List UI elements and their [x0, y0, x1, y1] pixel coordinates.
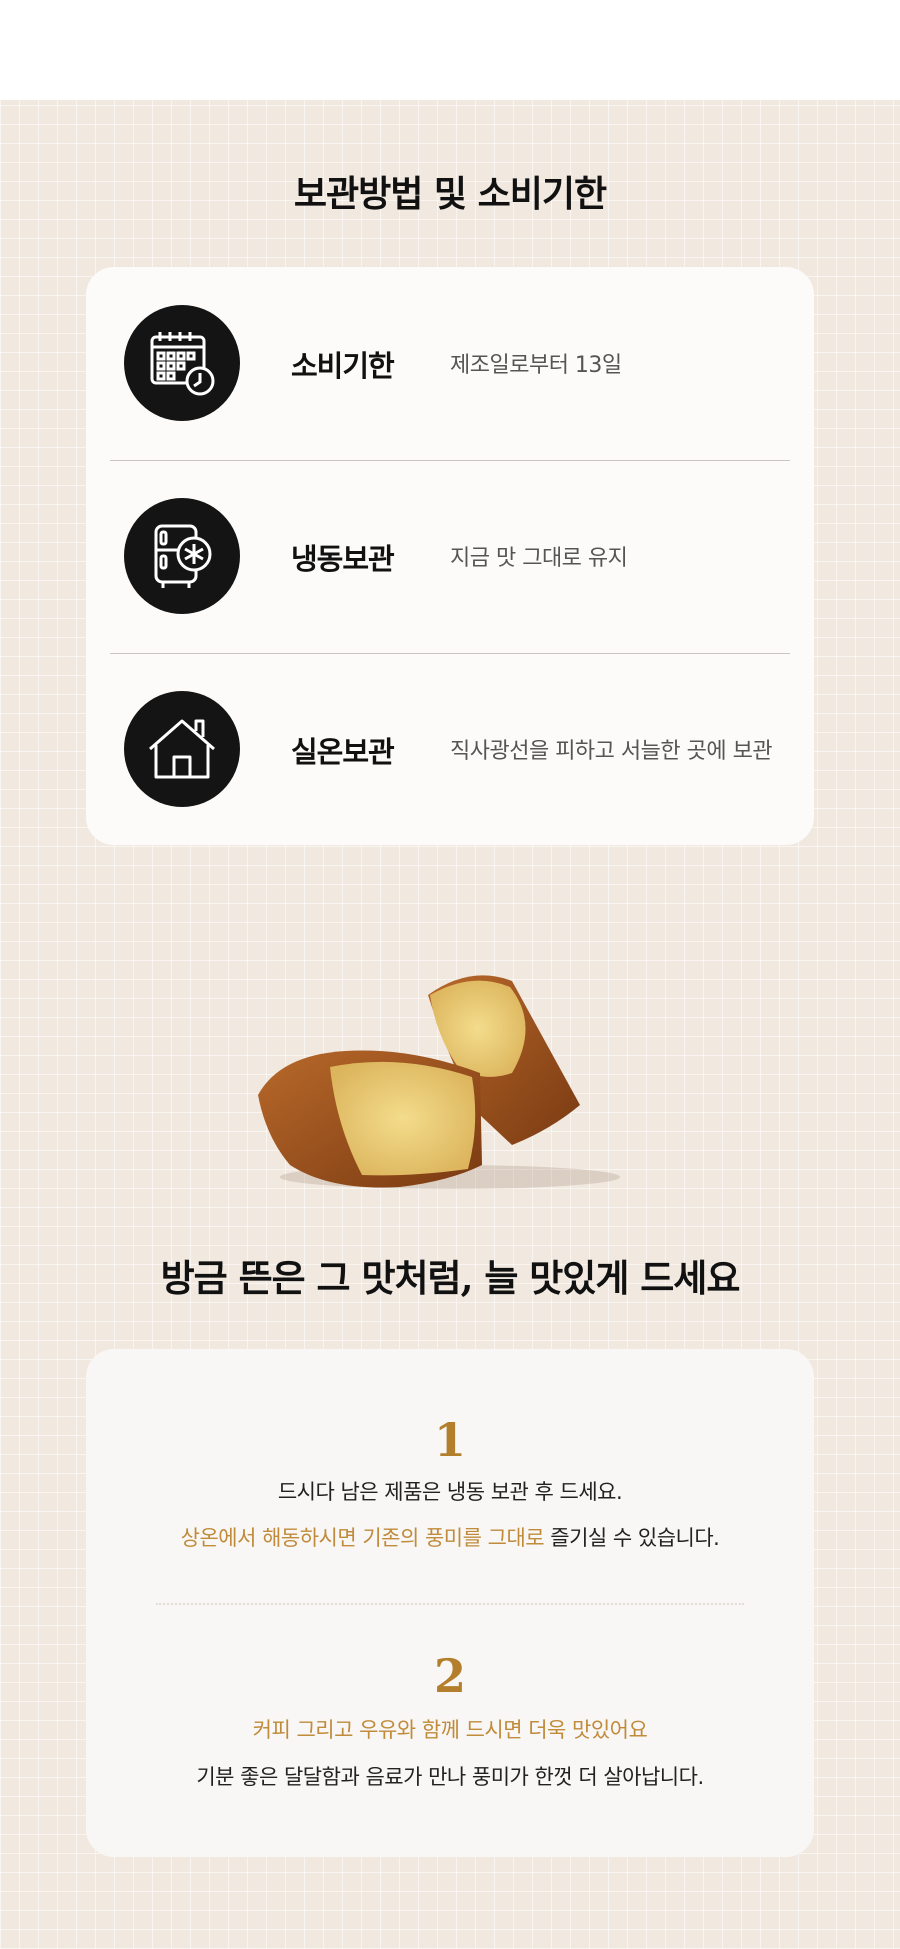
tips-card: 1 드시다 남은 제품은 냉동 보관 후 드세요. 상온에서 해동하시면 기존의…	[86, 1349, 814, 1857]
storage-row-room-temp: 실온보관 직사광선을 피하고 서늘한 곳에 보관	[86, 653, 814, 846]
tip-number: 1	[433, 1413, 466, 1467]
storage-row-freezer: 냉동보관 지금 맛 그대로 유지	[86, 460, 814, 653]
tip-text: 상온에서 해동하시면 기존의 풍미를 그대로 즐기실 수 있습니다.	[86, 1522, 814, 1552]
tip-highlight-text: 상온에서 해동하시면 기존의 풍미를 그대로	[180, 1526, 545, 1550]
storage-section-title: 보관방법 및 소비기한	[293, 173, 607, 215]
tip-divider	[156, 1603, 744, 1605]
top-blank-band	[0, 0, 900, 100]
house-icon	[124, 691, 240, 807]
storage-row-expiry: 소비기한 제조일로부터 13일	[86, 267, 814, 460]
freezer-icon	[124, 498, 240, 614]
tips-section-title: 방금 뜬은 그 맛처럼, 늘 맛있게 드세요	[160, 1256, 741, 1300]
expiry-label: 소비기한	[291, 349, 395, 383]
calendar-clock-icon	[124, 305, 240, 421]
tip-text: 기분 좋은 달달함과 음료가 만나 풍미가 한껏 더 살아납니다.	[196, 1765, 704, 1789]
storage-info-card: 소비기한 제조일로부터 13일 냉동보관 지금 맛 그대로 유지 실온보관 직사…	[86, 267, 814, 845]
freezer-value: 지금 맛 그대로 유지	[450, 546, 628, 571]
room-temp-label: 실온보관	[291, 735, 395, 769]
room-temp-value: 직사광선을 피하고 서늘한 곳에 보관	[450, 739, 773, 764]
tip-highlight-text: 커피 그리고 우유와 함께 드시면 더욱 맛있어요	[252, 1718, 648, 1742]
pound-cake-image	[258, 975, 620, 1189]
tip-text: 드시다 남은 제품은 냉동 보관 후 드세요.	[277, 1480, 623, 1504]
freezer-label: 냉동보관	[291, 542, 395, 576]
tip-number: 2	[433, 1649, 466, 1703]
tip-text-rest: 즐기실 수 있습니다.	[544, 1526, 720, 1550]
expiry-value: 제조일로부터 13일	[450, 353, 622, 378]
